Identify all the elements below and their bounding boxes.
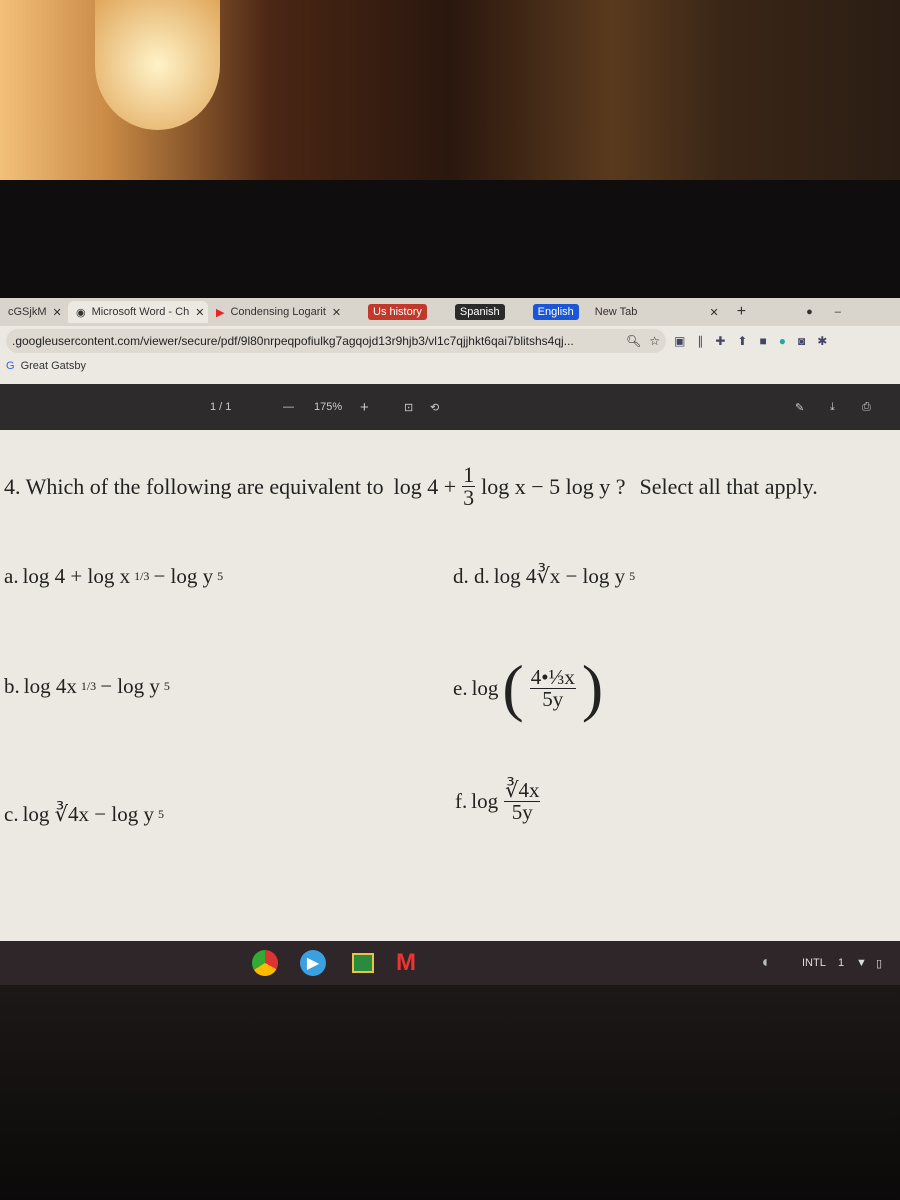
option-f[interactable]: f. log ∛4x 5y: [455, 780, 542, 823]
extension-icon[interactable]: ✚: [715, 334, 725, 348]
zoom-in-button[interactable]: +: [360, 399, 369, 416]
tab-new-tab[interactable]: New Tab ✕: [587, 301, 727, 323]
close-icon[interactable]: ✕: [53, 306, 62, 319]
rotate-icon[interactable]: ⟲: [430, 401, 439, 414]
puzzle-icon[interactable]: ✱: [817, 334, 827, 348]
extension-icon[interactable]: ∥: [697, 334, 703, 348]
extension-icon[interactable]: ■: [759, 334, 766, 348]
pdf-toolbar: 1 / 1 — 175% + ⊡ ⟲ ✎ ⤓ ⎙: [0, 384, 900, 430]
fit-page-icon[interactable]: ⊡: [404, 401, 413, 414]
bookmark-spanish[interactable]: Spanish: [454, 304, 505, 320]
classroom-icon[interactable]: [352, 953, 374, 973]
new-tab-plus-icon[interactable]: +: [737, 303, 746, 321]
pdf-page: 4. Which of the following are equivalent…: [0, 430, 900, 930]
zoom-app-icon[interactable]: ▶: [300, 950, 326, 976]
zoom-level[interactable]: 175%: [314, 401, 342, 413]
print-icon[interactable]: ⎙: [862, 401, 871, 414]
globe-icon: ◉: [76, 306, 86, 319]
volume-icon[interactable]: ◖: [760, 954, 770, 972]
zoom-out-button[interactable]: —: [283, 401, 294, 413]
tab[interactable]: ▶ Condensing Logarit ✕: [208, 301, 358, 323]
address-bar-row: .googleusercontent.com/viewer/secure/pdf…: [0, 326, 900, 356]
lamp: [95, 0, 220, 130]
input-method[interactable]: INTL: [802, 957, 826, 969]
option-e[interactable]: e. log(4•⅓x 5y): [453, 656, 603, 720]
close-icon[interactable]: ✕: [195, 306, 204, 319]
star-icon[interactable]: ☆: [649, 334, 660, 348]
laptop-body: [0, 985, 900, 1200]
grammarly-icon[interactable]: ●: [779, 334, 786, 348]
wifi-icon: ▼: [856, 957, 867, 969]
close-icon[interactable]: ✕: [710, 306, 719, 319]
question-text: 4. Which of the following are equivalent…: [4, 462, 818, 510]
tab[interactable]: ◉ Microsoft Word - Ch ✕: [68, 301, 208, 323]
pen-icon[interactable]: ✎: [795, 401, 804, 414]
account-icon[interactable]: ●: [806, 306, 813, 318]
bookmark-us-history[interactable]: Us history: [368, 304, 427, 320]
google-icon: G: [6, 360, 15, 372]
option-a[interactable]: a. log 4 + log x 1/3 − log y5: [4, 564, 223, 589]
notification-badge[interactable]: 1: [838, 957, 844, 969]
fraction: 13: [462, 462, 476, 510]
option-d[interactable]: d. d. log 4∛x − log y5: [453, 564, 635, 589]
url-field[interactable]: .googleusercontent.com/viewer/secure/pdf…: [6, 329, 666, 353]
chrome-icon[interactable]: [252, 950, 278, 976]
gmail-icon[interactable]: M: [396, 949, 416, 977]
extension-icon[interactable]: ◙: [798, 334, 805, 348]
room-background: [0, 0, 900, 180]
screen-bezel: [0, 180, 900, 298]
zoom-icon[interactable]: 🔍︎: [626, 334, 641, 348]
youtube-icon: ▶: [216, 306, 225, 319]
extensions: ▣ ∥ ✚ ⬆ ■ ● ◙ ✱: [674, 334, 827, 348]
translate-icon[interactable]: ▣: [674, 334, 685, 348]
option-b[interactable]: b. log 4x 1/3 − log y5: [4, 674, 170, 699]
extension-icon[interactable]: ⬆: [737, 334, 747, 348]
battery-icon: ▯: [876, 957, 883, 970]
bookmark-great-gatsby[interactable]: G Great Gatsby: [0, 356, 900, 376]
option-c[interactable]: c. log ∛4x − log y5: [4, 802, 164, 827]
close-icon[interactable]: ✕: [332, 306, 341, 319]
minimize-icon[interactable]: –: [835, 306, 841, 318]
tab-strip: cGSjkM ✕ ◉ Microsoft Word - Ch ✕ ▶ Condensin…: [0, 298, 900, 326]
screen: cGSjkM ✕ ◉ Microsoft Word - Ch ✕ ▶ Condensin…: [0, 298, 900, 985]
shelf: ▶ M ◖ INTL 1 ▼ ▯: [0, 941, 900, 985]
page-indicator[interactable]: 1 / 1: [210, 401, 231, 413]
tab[interactable]: cGSjkM ✕: [0, 301, 68, 323]
download-icon[interactable]: ⤓: [830, 401, 835, 414]
bookmark-english[interactable]: English: [532, 304, 579, 320]
